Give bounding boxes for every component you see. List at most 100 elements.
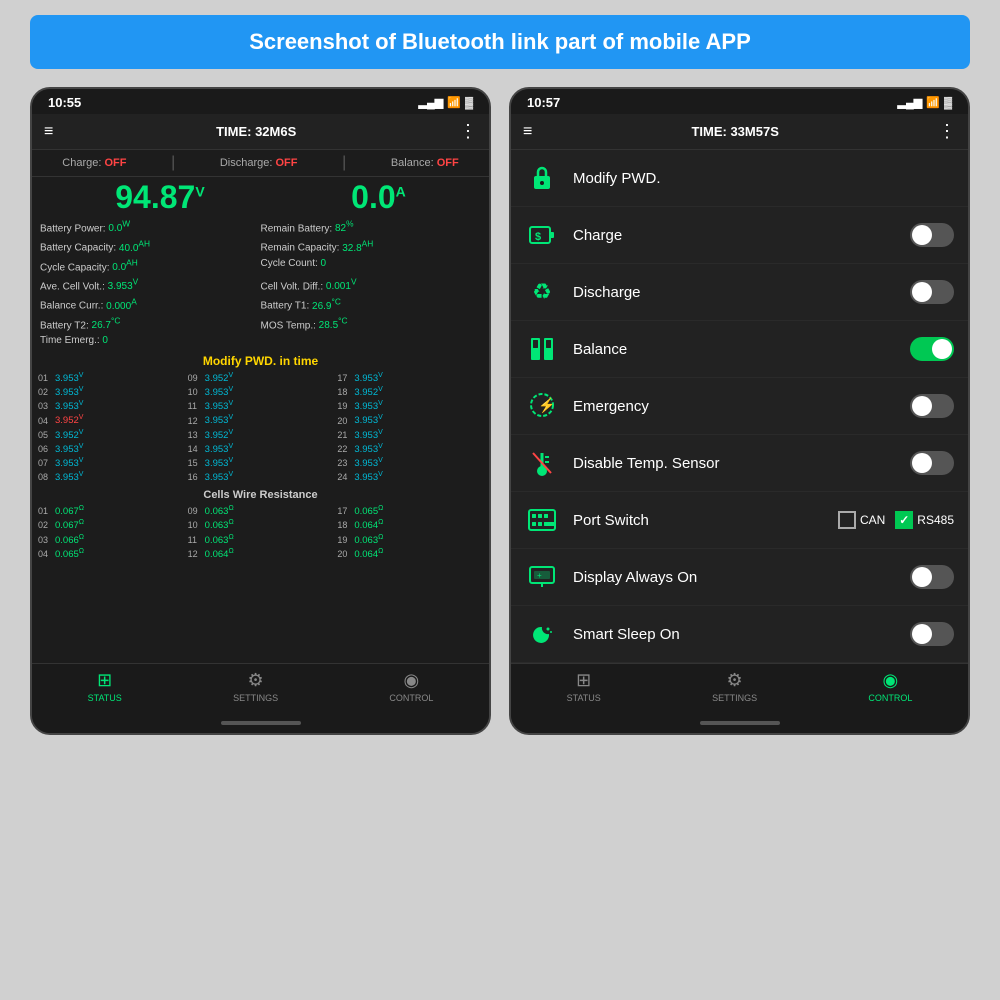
charge-toggle-knob xyxy=(912,225,932,245)
charge-item[interactable]: $ Charge xyxy=(511,207,968,264)
emergency-toggle[interactable] xyxy=(910,394,954,418)
res-01: 010.067Ω xyxy=(38,505,184,517)
right-status-nav-label: STATUS xyxy=(567,693,601,703)
discharge-toggle-knob xyxy=(912,282,932,302)
balance-toggle[interactable] xyxy=(910,337,954,361)
res-03: 030.066Ω xyxy=(38,534,184,546)
settings-nav-label: SETTINGS xyxy=(233,693,278,703)
right-nav-settings[interactable]: ⚙ SETTINGS xyxy=(712,670,757,703)
rs485-checkbox[interactable]: ✓ xyxy=(895,511,913,529)
right-wifi-icon: 📶 xyxy=(926,96,940,109)
voltage-display: 94.87V xyxy=(115,181,204,213)
temp-sensor-icon xyxy=(525,446,559,480)
rs485-option[interactable]: ✓ RS485 xyxy=(895,511,954,529)
right-settings-nav-label: SETTINGS xyxy=(712,693,757,703)
modify-pwd-item[interactable]: Modify PWD. xyxy=(511,150,968,207)
control-nav-icon: ◉ xyxy=(403,670,419,691)
left-time: 10:55 xyxy=(48,95,81,110)
right-nav-control[interactable]: ◉ CONTROL xyxy=(868,670,912,703)
battery-power: Battery Power: 0.0W xyxy=(40,217,261,236)
disable-temp-toggle[interactable] xyxy=(910,451,954,475)
sleep-toggle[interactable] xyxy=(910,622,954,646)
right-menu-icon[interactable]: ≡ xyxy=(523,123,532,141)
cell-14: 143.953V xyxy=(188,443,334,455)
emergency-toggle-knob xyxy=(912,396,932,416)
signal-icon: ▂▄▆ xyxy=(419,96,444,109)
sleep-icon xyxy=(525,617,559,651)
res-19: 190.063Ω xyxy=(337,534,483,546)
left-nav-control[interactable]: ◉ CONTROL xyxy=(389,670,433,703)
res-20: 200.064Ω xyxy=(337,548,483,560)
port-switch-item[interactable]: Port Switch CAN ✓ RS485 xyxy=(511,492,968,549)
res-02: 020.067Ω xyxy=(38,519,184,531)
right-dots-icon[interactable]: ⋮ xyxy=(938,121,956,142)
metrics-grid: Battery Power: 0.0W Remain Battery: 82% … xyxy=(32,215,489,350)
res-17: 170.065Ω xyxy=(337,505,483,517)
left-menu-icon[interactable]: ≡ xyxy=(44,123,53,141)
left-nav-status[interactable]: ⊞ STATUS xyxy=(88,670,122,703)
svg-text:⚡: ⚡ xyxy=(538,397,555,414)
cell-08: 083.953V xyxy=(38,471,184,483)
cell-13: 133.952V xyxy=(188,429,334,441)
discharge-toggle[interactable] xyxy=(910,280,954,304)
modify-pwd-banner: Modify PWD. in time xyxy=(32,350,489,370)
big-values: 94.87V 0.0A xyxy=(32,177,489,215)
left-home-indicator xyxy=(32,713,489,733)
balance-status: Balance: OFF xyxy=(391,157,459,169)
left-nav-settings[interactable]: ⚙ SETTINGS xyxy=(233,670,278,703)
display-toggle[interactable] xyxy=(910,565,954,589)
display-always-item[interactable]: + Display Always On xyxy=(511,549,968,606)
cycle-capacity: Cycle Capacity: 0.0AH xyxy=(40,256,261,275)
mos-temp: MOS Temp.: 28.5°C xyxy=(261,314,482,333)
cell-22: 223.953V xyxy=(337,443,483,455)
cell-21: 213.953V xyxy=(337,429,483,441)
discharge-item[interactable]: ♻ Discharge xyxy=(511,264,968,321)
res-11: 110.063Ω xyxy=(188,534,334,546)
charge-status: Charge: OFF xyxy=(62,157,126,169)
res-12: 120.064Ω xyxy=(188,548,334,560)
right-control-nav-label: CONTROL xyxy=(868,693,912,703)
resistance-grid: 010.067Ω 090.063Ω 170.065Ω 020.067Ω 100.… xyxy=(32,503,489,562)
discharge-status: Discharge: OFF xyxy=(220,157,298,169)
balance-curr: Balance Curr.: 0.000A xyxy=(40,294,261,313)
can-checkbox[interactable] xyxy=(838,511,856,529)
emergency-item[interactable]: ⚡ Emergency xyxy=(511,378,968,435)
res-09: 090.063Ω xyxy=(188,505,334,517)
can-option[interactable]: CAN xyxy=(838,511,885,529)
rs485-label: RS485 xyxy=(917,513,954,527)
charge-toggle[interactable] xyxy=(910,223,954,247)
left-time-label: TIME: 32M6S xyxy=(216,124,296,139)
cell-24: 243.953V xyxy=(337,471,483,483)
disable-temp-item[interactable]: Disable Temp. Sensor xyxy=(511,435,968,492)
cell-15: 153.953V xyxy=(188,457,334,469)
right-app-header: ≡ TIME: 33M57S ⋮ xyxy=(511,114,968,150)
left-status-bar: 10:55 ▂▄▆ 📶 ▓ xyxy=(32,89,489,114)
balance-item[interactable]: Balance xyxy=(511,321,968,378)
cell-06: 063.953V xyxy=(38,443,184,455)
emergency-icon: ⚡ xyxy=(525,389,559,423)
control-nav-label: CONTROL xyxy=(389,693,433,703)
control-list: Modify PWD. $ Charge xyxy=(511,150,968,663)
right-nav-status[interactable]: ⊞ STATUS xyxy=(567,670,601,703)
cell-volt-diff: Cell Volt. Diff.: 0.001V xyxy=(261,275,482,294)
display-always-label: Display Always On xyxy=(573,569,896,586)
smart-sleep-item[interactable]: Smart Sleep On xyxy=(511,606,968,663)
svg-text:$: $ xyxy=(535,231,541,243)
cells-grid: 013.953V 093.952V 173.953V 023.953V 103.… xyxy=(32,370,489,485)
modify-pwd-label: Modify PWD. xyxy=(573,170,954,187)
cell-10: 103.953V xyxy=(188,386,334,398)
cell-20: 203.953V xyxy=(337,414,483,426)
res-04: 040.065Ω xyxy=(38,548,184,560)
right-status-nav-icon: ⊞ xyxy=(576,670,591,691)
ave-cell-volt: Ave. Cell Volt.: 3.953V xyxy=(40,275,261,294)
balance-toggle-knob xyxy=(932,339,952,359)
cell-01: 013.953V xyxy=(38,372,184,384)
right-status-bar: 10:57 ▂▄▆ 📶 ▓ xyxy=(511,89,968,114)
left-status-row: Charge: OFF | Discharge: OFF | Balance: … xyxy=(32,150,489,177)
left-dots-icon[interactable]: ⋮ xyxy=(459,121,477,142)
cell-11: 113.953V xyxy=(188,400,334,412)
cell-18: 183.952V xyxy=(337,386,483,398)
wifi-icon: 📶 xyxy=(447,96,461,109)
phones-container: 10:55 ▂▄▆ 📶 ▓ ≡ TIME: 32M6S ⋮ Charge: OF… xyxy=(30,87,970,735)
left-phone: 10:55 ▂▄▆ 📶 ▓ ≡ TIME: 32M6S ⋮ Charge: OF… xyxy=(30,87,491,735)
